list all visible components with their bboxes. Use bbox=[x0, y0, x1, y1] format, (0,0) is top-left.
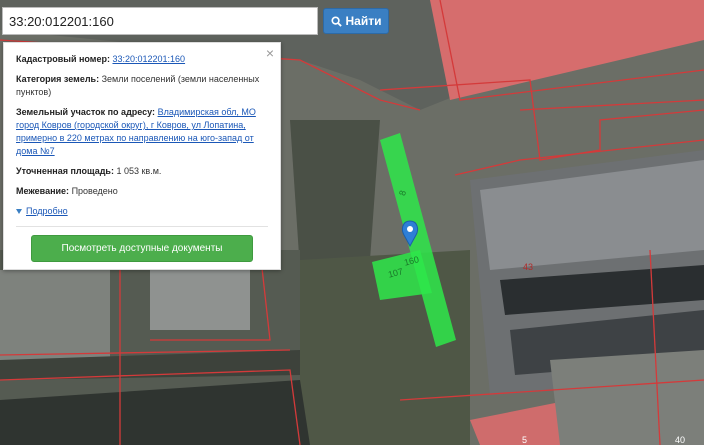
view-documents-button[interactable]: Посмотреть доступные документы bbox=[31, 235, 253, 262]
address-row: Земельный участок по адресу: Владимирска… bbox=[16, 106, 268, 158]
cadastral-label: Кадастровый номер: bbox=[16, 54, 110, 64]
search-button[interactable]: Найти bbox=[323, 8, 389, 34]
area-value: 1 053 кв.м. bbox=[116, 166, 162, 176]
building-number-label: 43 bbox=[523, 262, 534, 272]
area-row: Уточненная площадь: 1 053 кв.м. bbox=[16, 165, 268, 178]
corner-label-right: 40 bbox=[675, 435, 686, 445]
search-input[interactable] bbox=[2, 7, 318, 35]
search-button-label: Найти bbox=[345, 14, 382, 28]
caret-down-icon bbox=[16, 209, 22, 215]
close-icon[interactable]: × bbox=[266, 46, 274, 60]
cadastral-link[interactable]: 33:20:012201:160 bbox=[112, 54, 185, 64]
more-details-toggle[interactable]: Подробно bbox=[16, 205, 268, 218]
info-panel: × Кадастровый номер: 33:20:012201:160 Ка… bbox=[3, 42, 281, 270]
category-label: Категория земель: bbox=[16, 74, 100, 84]
survey-value: Проведено bbox=[71, 186, 118, 196]
divider bbox=[16, 226, 268, 227]
category-row: Категория земель: Земли поселений (земли… bbox=[16, 73, 268, 99]
search-bar bbox=[2, 7, 318, 35]
search-icon bbox=[330, 15, 342, 27]
survey-label: Межевание: bbox=[16, 186, 70, 196]
address-label: Земельный участок по адресу: bbox=[16, 107, 156, 117]
corner-label-left: 5 bbox=[522, 435, 528, 445]
survey-row: Межевание: Проведено bbox=[16, 185, 268, 198]
cadastral-row: Кадастровый номер: 33:20:012201:160 bbox=[16, 53, 268, 66]
more-details-link[interactable]: Подробно bbox=[26, 205, 68, 218]
area-label: Уточненная площадь: bbox=[16, 166, 114, 176]
